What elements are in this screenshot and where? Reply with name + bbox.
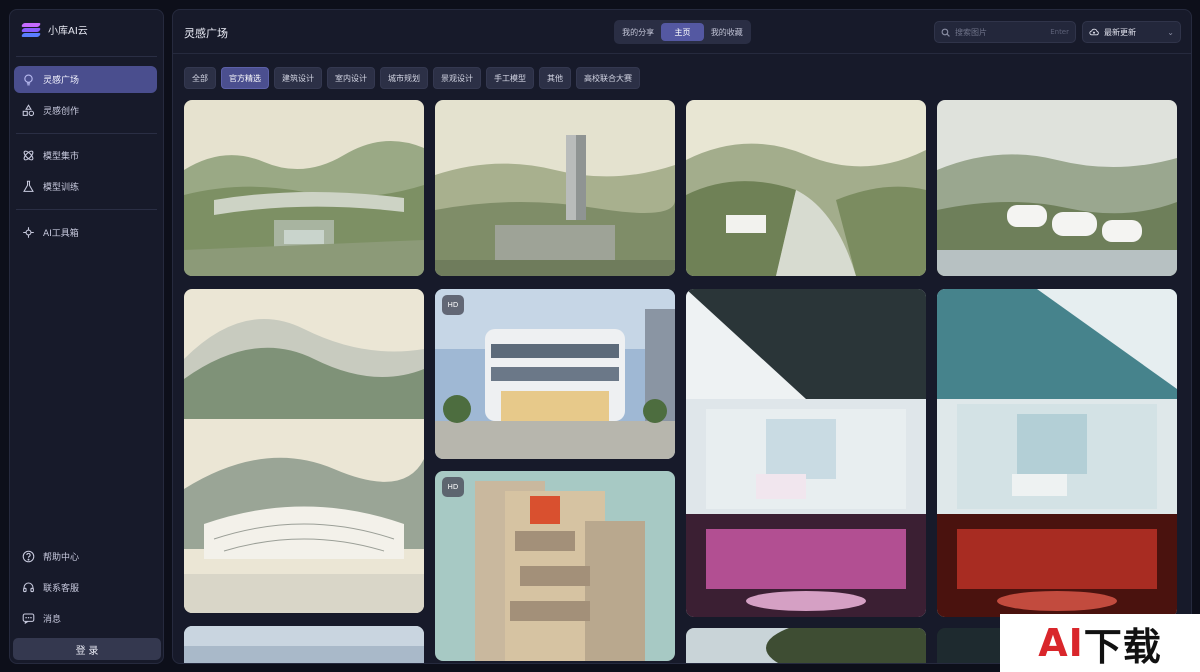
- app-logo[interactable]: 小库AI云: [22, 22, 88, 37]
- watermark-text-b: 下载: [1084, 616, 1162, 671]
- sidebar-item-model-market[interactable]: 模型集市: [14, 142, 157, 169]
- tab-my-shares[interactable]: 我的分享: [617, 23, 659, 41]
- sidebar-item-label: 灵感创作: [43, 104, 79, 117]
- search-enter-hint: Enter: [1050, 28, 1069, 36]
- tab-my-favorites[interactable]: 我的收藏: [706, 23, 748, 41]
- shapes-icon: [22, 104, 35, 117]
- divider: [16, 133, 157, 134]
- sidebar-item-label: 模型集市: [43, 149, 79, 162]
- filter-handmade-model[interactable]: 手工模型: [486, 67, 534, 89]
- filter-all[interactable]: 全部: [184, 67, 216, 89]
- sidebar-item-label: 联系客服: [43, 581, 79, 594]
- mountain-scroll-image: [184, 289, 424, 613]
- plugin-icon: [22, 226, 35, 239]
- gallery-image[interactable]: HD: [435, 289, 675, 459]
- headset-icon: [22, 581, 35, 594]
- gallery-image[interactable]: [435, 100, 675, 276]
- filter-interior[interactable]: 室内设计: [327, 67, 375, 89]
- sort-select[interactable]: 最新更新 ⌄: [1082, 21, 1181, 43]
- sidebar-item-model-training[interactable]: 模型训练: [14, 173, 157, 200]
- gallery-image[interactable]: HD: [435, 471, 675, 661]
- gallery-image[interactable]: [686, 628, 926, 664]
- search-box: Enter: [934, 21, 1076, 43]
- sidebar-item-ai-toolbox[interactable]: AI工具箱: [14, 219, 157, 246]
- category-filters: 全部 官方精选 建筑设计 室内设计 城市规划 景观设计 手工模型 其他 高校联合…: [184, 67, 640, 89]
- chevron-down-icon: ⌄: [1167, 28, 1174, 37]
- tower-landscape-image: [435, 100, 675, 276]
- watermark-text-a: AI: [1038, 621, 1084, 665]
- gallery-image[interactable]: [184, 626, 424, 664]
- lightbulb-icon: [22, 73, 35, 86]
- help-icon: [22, 550, 35, 563]
- interior-red-room-image: [937, 289, 1177, 617]
- sidebar: 小库AI云 灵感广场 灵感创作 模型集市 模型训练 AI工具箱 帮助中心 联系客…: [9, 9, 164, 664]
- search-icon: [941, 28, 950, 37]
- river-valley-image: [686, 100, 926, 276]
- gallery-image[interactable]: [686, 289, 926, 617]
- divider: [16, 56, 157, 57]
- sidebar-item-inspiration-square[interactable]: 灵感广场: [14, 66, 157, 93]
- gallery-image[interactable]: [184, 289, 424, 613]
- brutalist-tower-image: [435, 471, 675, 661]
- sidebar-item-inspiration-create[interactable]: 灵感创作: [14, 97, 157, 124]
- gallery-image[interactable]: [937, 289, 1177, 617]
- gallery-image[interactable]: [686, 100, 926, 276]
- filter-other[interactable]: 其他: [539, 67, 571, 89]
- sort-value: 最新更新: [1104, 27, 1136, 38]
- tree-image: [686, 628, 926, 664]
- app-name: 小库AI云: [48, 22, 88, 37]
- atom-icon: [22, 149, 35, 162]
- sidebar-item-label: AI工具箱: [43, 226, 79, 239]
- sidebar-item-messages[interactable]: 消息: [14, 605, 157, 632]
- modern-building-image: [435, 289, 675, 459]
- filter-university-contest[interactable]: 高校联合大赛: [576, 67, 640, 89]
- sidebar-item-label: 模型训练: [43, 180, 79, 193]
- page-title: 灵感广场: [184, 25, 228, 41]
- flask-icon: [22, 180, 35, 193]
- watermark-logo: AI下载: [1000, 614, 1200, 672]
- white-pavilions-image: [937, 100, 1177, 276]
- gallery-image[interactable]: [937, 100, 1177, 276]
- main-panel: 灵感广场 我的分享 主页 我的收藏 Enter 最新更新 ⌄ 全部 官方精选 建…: [172, 9, 1192, 664]
- gallery-image[interactable]: [184, 100, 424, 276]
- filter-architecture[interactable]: 建筑设计: [274, 67, 322, 89]
- filter-official-picks[interactable]: 官方精选: [221, 67, 269, 89]
- hd-badge: HD: [442, 477, 464, 497]
- view-switcher: 我的分享 主页 我的收藏: [614, 20, 751, 44]
- landscape-painting-image: [184, 100, 424, 276]
- sidebar-item-label: 帮助中心: [43, 550, 79, 563]
- interior-render-image: [686, 289, 926, 617]
- cloud-sort-icon: [1089, 27, 1099, 37]
- tab-home[interactable]: 主页: [661, 23, 703, 41]
- message-icon: [22, 612, 35, 625]
- logo-icon: [22, 23, 40, 37]
- sidebar-item-label: 消息: [43, 612, 61, 625]
- login-button[interactable]: 登 录: [13, 638, 161, 660]
- sky-image: [184, 626, 424, 664]
- search-input[interactable]: [955, 28, 1037, 37]
- sidebar-item-label: 灵感广场: [43, 73, 79, 86]
- filter-urban-planning[interactable]: 城市规划: [380, 67, 428, 89]
- sidebar-item-help[interactable]: 帮助中心: [14, 543, 157, 570]
- sidebar-item-support[interactable]: 联系客服: [14, 574, 157, 601]
- hd-badge: HD: [442, 295, 464, 315]
- filter-landscape[interactable]: 景观设计: [433, 67, 481, 89]
- divider: [16, 209, 157, 210]
- header: 灵感广场 我的分享 主页 我的收藏 Enter 最新更新 ⌄: [173, 10, 1191, 54]
